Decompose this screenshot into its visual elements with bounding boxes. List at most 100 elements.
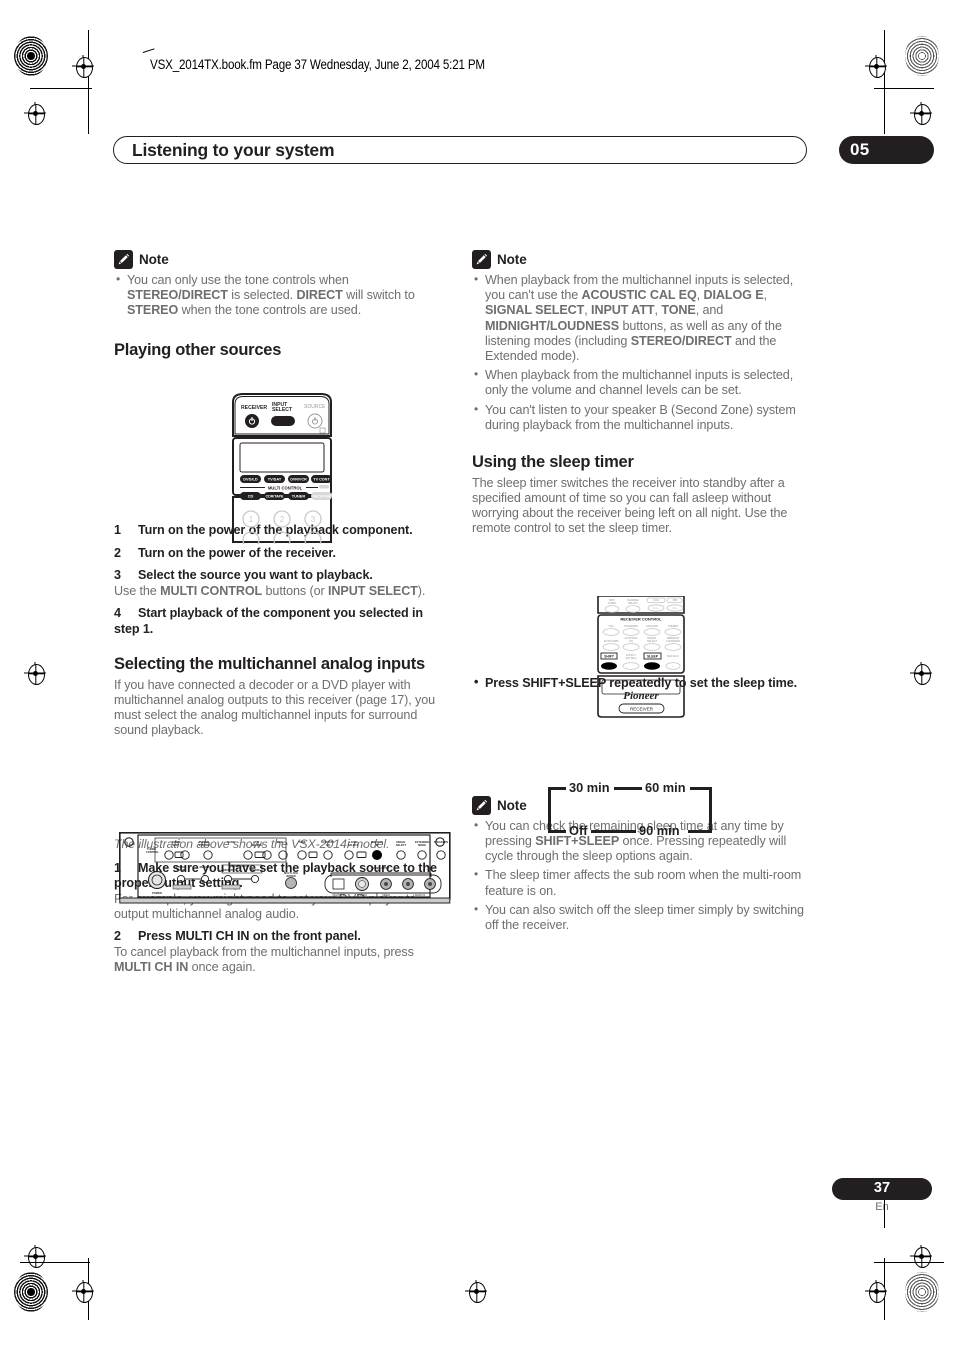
multi-ch-in-button-highlighted: [372, 850, 382, 860]
note-item: When playback from the multichannel inpu…: [472, 367, 809, 398]
svg-text:CH—: CH—: [652, 606, 659, 610]
registration-mark-top-right: [863, 53, 889, 79]
note-title: Note: [497, 252, 527, 267]
note-item: The sleep timer affects the sub room whe…: [472, 867, 809, 898]
svg-text:L AUDIO R: L AUDIO R: [413, 894, 425, 897]
svg-text:STEREO: STEREO: [668, 625, 678, 628]
panel-mid-labels: SYSTEMSETUP RETURN MULTI ROOM CONTROL ON/…: [176, 864, 390, 878]
page-title: Listening to your system: [132, 140, 335, 160]
note-title: Note: [497, 797, 527, 813]
note-item: You can't listen to your speaker B (Seco…: [472, 402, 809, 433]
label-multi-control: MULTI CONTROL: [268, 486, 303, 491]
registration-mark-bottom-center: [463, 1278, 489, 1304]
registration-mark-bottom-right: [863, 1278, 889, 1304]
step-number: 4: [114, 606, 121, 621]
step-item: 3 Select the source you want to playback.…: [114, 568, 451, 599]
svg-text:DIM: DIM: [673, 599, 678, 602]
step-title: Select the source you want to playback.: [138, 568, 373, 583]
step-number: 1: [114, 523, 121, 538]
svg-text:CONTROL: CONTROL: [146, 850, 159, 854]
chapter-number-text: 05: [850, 140, 870, 159]
svg-text:LOUDNESS: LOUDNESS: [666, 640, 680, 643]
crop-mark-top-left-h: [30, 88, 92, 90]
cycle-seg-left: [548, 787, 552, 833]
section-heading-playing-other-sources: Playing other sources: [114, 340, 282, 359]
svg-text:TUNER: TUNER: [292, 494, 306, 499]
step-title: Turn on the power of the receiver.: [138, 545, 336, 560]
chapter-number-badge: 05: [839, 136, 934, 164]
registration-mark-left-middle: [22, 660, 48, 686]
halftone-mark-bottom-right: [905, 1272, 939, 1312]
registration-mark-left-upper: [22, 100, 48, 126]
panel-screw-left: [124, 837, 134, 847]
svg-text:POWER: POWER: [152, 891, 162, 895]
svg-text:EQ: EQ: [326, 843, 330, 847]
svg-text:MULTI ROOM: MULTI ROOM: [233, 864, 250, 868]
step-number: 3: [114, 568, 121, 583]
manual-page: VSX_2014TX.book.fm Page 37 Wednesday, Ju…: [0, 0, 954, 1351]
svg-text:SELECT: SELECT: [272, 407, 293, 413]
svg-text:EON: EON: [277, 840, 283, 844]
cycle-seg-right: [709, 787, 713, 833]
svg-text:3: 3: [311, 515, 316, 524]
crop-mark-top-left-v: [88, 30, 90, 134]
halftone-mark-top-right: [905, 36, 939, 76]
section-heading-multichannel-inputs: Selecting the multichannel analog inputs: [114, 655, 425, 674]
registration-mark-right-lower: [908, 1243, 934, 1269]
label-source: SOURCE: [304, 404, 326, 410]
page-number-badge: 37: [832, 1178, 932, 1200]
page-language-label: En: [875, 1201, 889, 1213]
step-number: 2: [114, 545, 121, 560]
note-item: When playback from the multichannel inpu…: [472, 272, 809, 364]
crop-mark-top-right-h: [874, 88, 934, 90]
svg-text:DVR/VCR: DVR/VCR: [290, 478, 307, 482]
pencil-icon: [472, 795, 491, 815]
step-subtext: To cancel playback from the multichannel…: [114, 944, 414, 974]
panel-top-labels: TUNEREDIT TUNINGSTATION BAND PTYSEARCH E…: [172, 840, 449, 847]
svg-text:DVD/LD: DVD/LD: [243, 477, 258, 482]
power-knob: [147, 870, 167, 890]
svg-text:ON/OFF: ON/OFF: [250, 868, 260, 872]
halftone-mark-bottom-left: [14, 1272, 48, 1312]
registration-mark-right-upper: [908, 100, 934, 126]
input-select-button: [271, 416, 295, 426]
cycle-label-60min: 60 min: [645, 780, 686, 795]
svg-text:CH+: CH+: [672, 606, 678, 610]
svg-text:2: 2: [280, 515, 285, 524]
svg-text:RECEIVER: RECEIVER: [630, 707, 654, 712]
svg-text:SEARCH: SEARCH: [252, 843, 263, 847]
cycle-label-30min: 30 min: [569, 780, 610, 795]
svg-text:VIDEO INPUT: VIDEO INPUT: [373, 866, 390, 870]
step-item: 2 Turn on the power of the receiver.: [114, 546, 451, 562]
digital-in-jack: [332, 878, 345, 890]
panel-top-knobs: [164, 850, 446, 860]
multi-control-row-1: DVD/LD TV/SAT DVR/VCR TV CONT: [240, 475, 332, 483]
sleep-button-highlighted: SLEEP: [643, 652, 662, 670]
page-number-text: 37: [873, 1180, 891, 1196]
svg-text:FL/D: FL/D: [653, 599, 659, 602]
label-receiver-control: RECEIVER CONTROL: [620, 617, 662, 622]
halftone-mark-top-left: [14, 36, 48, 76]
svg-text:RECEIVER: RECEIVER: [313, 495, 331, 499]
svg-text:1: 1: [249, 515, 254, 524]
svg-text:TV CONT: TV CONT: [313, 478, 330, 482]
label-receiver: RECEIVER: [241, 405, 267, 411]
svg-text:DIALOG E: DIALOG E: [667, 655, 679, 658]
svg-text:STATION: STATION: [199, 843, 210, 847]
multichannel-intro-text: If you have connected a decoder or a DVD…: [114, 677, 436, 738]
note-list-1: You can only use the tone controls when …: [114, 272, 451, 319]
svg-text:+: +: [672, 664, 675, 669]
note-item: You can only use the tone controls when …: [114, 272, 451, 319]
svg-text:SELECT: SELECT: [628, 602, 638, 605]
note-title: Note: [139, 252, 169, 267]
svg-text:AUDIO: AUDIO: [608, 602, 616, 605]
svg-text:VIDEO: VIDEO: [382, 894, 390, 897]
svg-text:SELECT: SELECT: [348, 843, 359, 847]
remote-control-illustration: RECEIVER INPUT SELECT SOURCE DVD/LD TV/S…: [232, 393, 332, 544]
svg-text:SHIFT: SHIFT: [604, 655, 615, 659]
cycle-seg-bottom-mid: [591, 830, 636, 834]
svg-text:SPEAKERS: SPEAKERS: [434, 840, 449, 844]
registration-mark-right-middle: [908, 660, 934, 686]
step-item: 4 Start playback of the component you sel…: [114, 606, 451, 637]
registration-mark-left-lower: [22, 1243, 48, 1269]
